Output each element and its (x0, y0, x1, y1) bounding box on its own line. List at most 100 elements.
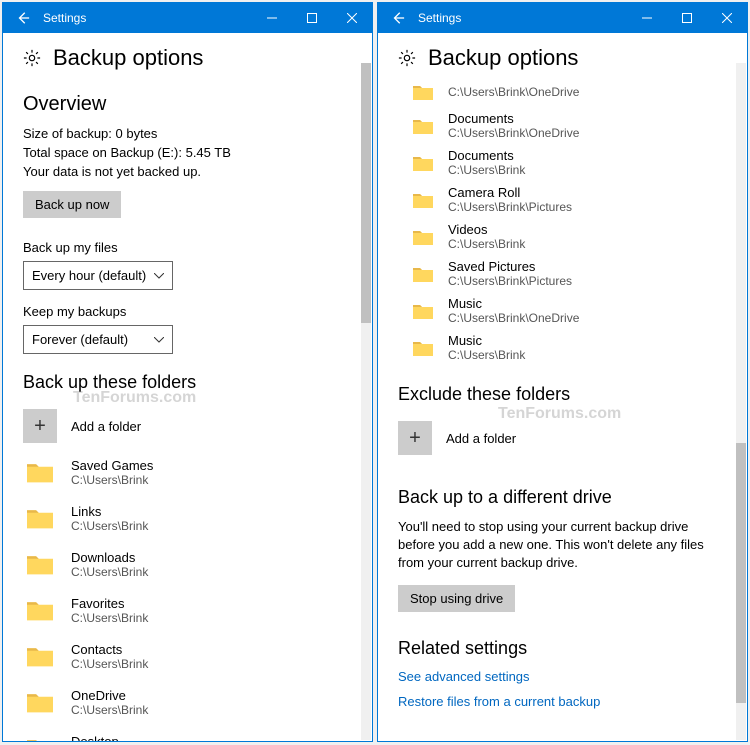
keep-select[interactable]: Forever (default) (23, 325, 173, 354)
folder-name: Desktop (71, 734, 148, 742)
add-folder-button[interactable]: + Add a folder (23, 403, 352, 449)
folder-icon (412, 263, 434, 285)
close-button[interactable] (332, 3, 372, 33)
folder-name: Documents (448, 148, 525, 163)
list-item[interactable]: VideosC:\Users\Brink (412, 218, 727, 255)
list-item[interactable]: Camera RollC:\Users\Brink\Pictures (412, 181, 727, 218)
folder-icon (23, 547, 57, 581)
folder-path: C:\Users\Brink (71, 703, 148, 717)
folder-name: OneDrive (71, 688, 148, 703)
folder-icon (23, 731, 57, 741)
overview-heading: Overview (23, 93, 352, 116)
list-item[interactable]: ContactsC:\Users\Brink (23, 633, 352, 679)
list-item[interactable]: MusicC:\Users\Brink\OneDrive (412, 292, 727, 329)
folder-name: Saved Games (71, 458, 153, 473)
folder-name: Music (448, 333, 525, 348)
folder-path: C:\Users\Brink\Pictures (448, 274, 572, 288)
titlebar: Settings (378, 3, 747, 33)
settings-window-right: Settings Backup options C:\Users\Brink\O… (377, 2, 748, 742)
list-item[interactable]: OneDriveC:\Users\Brink (23, 679, 352, 725)
plus-icon: + (23, 409, 57, 443)
page-header: Backup options (3, 33, 372, 79)
frequency-value: Every hour (default) (32, 268, 146, 283)
scrollbar-thumb[interactable] (361, 63, 371, 323)
back-button[interactable] (3, 11, 43, 25)
folder-name: Documents (448, 111, 579, 126)
back-arrow-icon (391, 11, 405, 25)
folder-icon (412, 226, 434, 248)
stop-using-drive-button[interactable]: Stop using drive (398, 585, 515, 612)
different-drive-heading: Back up to a different drive (398, 487, 727, 508)
close-button[interactable] (707, 3, 747, 33)
folder-name: Contacts (71, 642, 148, 657)
folder-name: Music (448, 296, 579, 311)
folder-path: C:\Users\Brink\Pictures (448, 200, 572, 214)
maximize-button[interactable] (667, 3, 707, 33)
list-item[interactable]: LinksC:\Users\Brink (23, 495, 352, 541)
titlebar: Settings (3, 3, 372, 33)
minimize-button[interactable] (252, 3, 292, 33)
page-header: Backup options (378, 33, 747, 79)
folder-path: C:\Users\Brink (448, 348, 525, 362)
list-item[interactable]: C:\Users\Brink\OneDrive (412, 79, 727, 107)
chevron-down-icon (154, 337, 164, 343)
list-item[interactable]: FavoritesC:\Users\Brink (23, 587, 352, 633)
minimize-button[interactable] (627, 3, 667, 33)
settings-window-left: Settings Backup options Overview Size of… (2, 2, 373, 742)
folder-name: Favorites (71, 596, 148, 611)
folder-icon (412, 152, 434, 174)
folder-name: Downloads (71, 550, 148, 565)
frequency-select[interactable]: Every hour (default) (23, 261, 173, 290)
list-item[interactable]: DocumentsC:\Users\Brink\OneDrive (412, 107, 727, 144)
folder-icon (23, 593, 57, 627)
scrollbar-thumb[interactable] (736, 443, 746, 703)
keep-label: Keep my backups (23, 304, 352, 319)
gear-icon (398, 49, 416, 67)
back-arrow-icon (16, 11, 30, 25)
backup-now-button[interactable]: Back up now (23, 191, 121, 218)
list-item[interactable]: DownloadsC:\Users\Brink (23, 541, 352, 587)
folder-icon (412, 81, 434, 103)
folder-icon (412, 337, 434, 359)
page-title: Backup options (428, 45, 578, 71)
status-line: Your data is not yet backed up. (23, 164, 352, 179)
related-heading: Related settings (398, 638, 727, 659)
folder-path: C:\Users\Brink (71, 473, 153, 487)
folder-name: Camera Roll (448, 185, 572, 200)
add-folder-button[interactable]: + Add a folder (398, 415, 727, 461)
restore-files-link[interactable]: Restore files from a current backup (398, 694, 727, 709)
backup-folders-heading: Back up these folders (23, 372, 352, 393)
plus-icon: + (398, 421, 432, 455)
scrollbar[interactable] (736, 63, 746, 740)
keep-value: Forever (default) (32, 332, 128, 347)
folder-path: C:\Users\Brink (71, 657, 148, 671)
list-item[interactable]: DesktopC:\Users\Brink (23, 725, 352, 741)
folder-icon (23, 685, 57, 719)
back-button[interactable] (378, 11, 418, 25)
folder-path: C:\Users\Brink\OneDrive (448, 126, 579, 140)
folder-name: Links (71, 504, 148, 519)
folder-path: C:\Users\Brink (71, 519, 148, 533)
frequency-label: Back up my files (23, 240, 352, 255)
folder-icon (412, 115, 434, 137)
folder-icon (412, 189, 434, 211)
list-item[interactable]: MusicC:\Users\Brink (412, 329, 727, 366)
list-item[interactable]: Saved GamesC:\Users\Brink (23, 449, 352, 495)
folder-path: C:\Users\Brink\OneDrive (448, 311, 579, 325)
backup-size: Size of backup: 0 bytes (23, 126, 352, 141)
folder-path: C:\Users\Brink (71, 611, 148, 625)
folder-name: Saved Pictures (448, 259, 572, 274)
list-item[interactable]: Saved PicturesC:\Users\Brink\Pictures (412, 255, 727, 292)
maximize-button[interactable] (292, 3, 332, 33)
total-space: Total space on Backup (E:): 5.45 TB (23, 145, 352, 160)
folder-path: C:\Users\Brink (448, 237, 525, 251)
page-title: Backup options (53, 45, 203, 71)
folder-path: C:\Users\Brink (71, 565, 148, 579)
advanced-settings-link[interactable]: See advanced settings (398, 669, 727, 684)
folder-path: C:\Users\Brink (448, 163, 525, 177)
window-title: Settings (43, 11, 252, 25)
chevron-down-icon (154, 273, 164, 279)
scrollbar[interactable] (361, 63, 371, 740)
window-title: Settings (418, 11, 627, 25)
list-item[interactable]: DocumentsC:\Users\Brink (412, 144, 727, 181)
